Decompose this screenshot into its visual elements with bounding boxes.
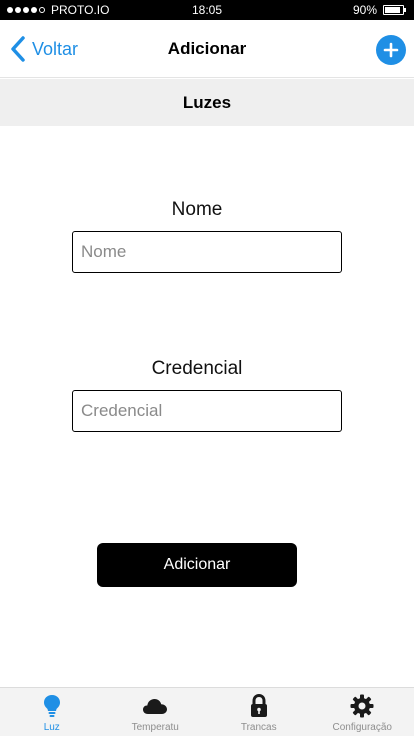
status-left: PROTO.IO (7, 0, 109, 20)
submit-button[interactable]: Adicionar (97, 543, 297, 587)
gear-icon (350, 694, 374, 718)
status-right: 90% (352, 0, 406, 20)
plus-icon (383, 42, 399, 58)
status-bar: PROTO.IO 18:05 90% (0, 0, 414, 20)
cloud-icon (142, 694, 168, 718)
battery-percent: 90% (352, 3, 377, 17)
tab-label: Configuração (332, 722, 392, 733)
credential-input[interactable] (72, 390, 342, 432)
tab-bar: Luz Temperatu Trancas Configuração (0, 687, 414, 736)
section-header: Luzes (0, 79, 414, 126)
tab-label: Temperatu (131, 722, 179, 733)
section-title: Luzes (182, 92, 232, 112)
name-label: Nome (171, 199, 223, 220)
tab-label: Trancas (240, 722, 277, 733)
lock-icon (250, 694, 268, 718)
back-button[interactable]: Voltar (10, 33, 78, 65)
tab-label: Luz (43, 722, 60, 733)
back-button-label: Voltar (32, 38, 79, 59)
navigation-bar: Voltar Adicionar (0, 20, 414, 78)
battery-icon (383, 5, 406, 15)
tab-configuracao[interactable]: Configuração (311, 688, 414, 736)
tab-temperatura[interactable]: Temperatu (104, 688, 208, 736)
battery-fill (385, 7, 401, 13)
chevron-left-icon (11, 36, 25, 62)
carrier-name: PROTO.IO (51, 3, 110, 17)
name-input[interactable] (72, 231, 342, 273)
add-button[interactable] (376, 35, 406, 65)
tab-luz[interactable]: Luz (0, 688, 104, 736)
credential-label: Credencial (151, 358, 243, 379)
lightbulb-icon (43, 694, 61, 718)
signal-strength-icon (7, 7, 45, 13)
tab-trancas[interactable]: Trancas (207, 688, 311, 736)
